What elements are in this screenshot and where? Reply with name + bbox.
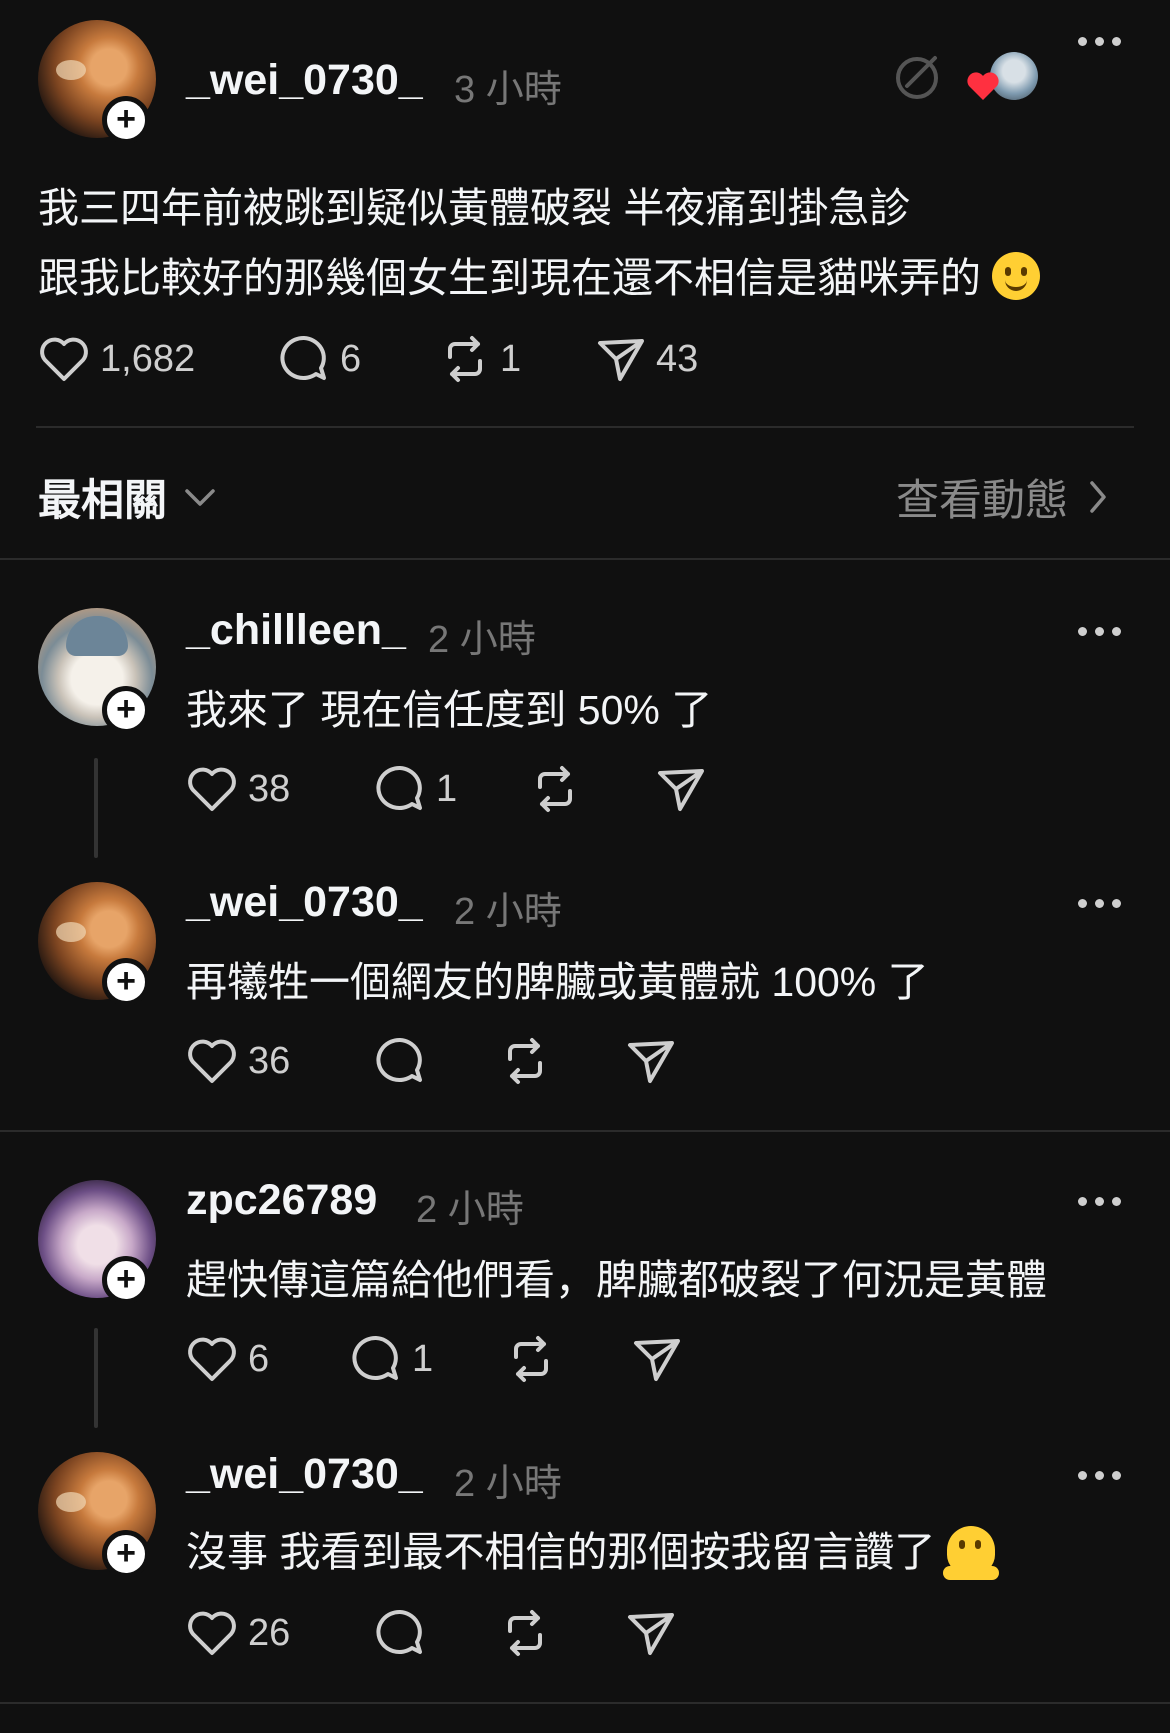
repost-icon	[508, 1610, 542, 1656]
reply-username[interactable]: _wei_0730_	[186, 878, 423, 927]
reply-more-options-button[interactable]	[1078, 624, 1124, 638]
view-activity-link[interactable]: 查看動態	[896, 466, 1108, 528]
quote-icon[interactable]	[893, 52, 941, 100]
reply-username[interactable]: _wei_0730_	[186, 1450, 423, 1499]
reply-repost-button[interactable]	[506, 1332, 556, 1386]
heart-icon	[188, 1337, 236, 1381]
reply-username[interactable]: zpc26789	[186, 1176, 377, 1225]
reply-text: 再犧牲一個網友的脾臟或黃體就 100% 了	[186, 959, 929, 1005]
comment-bubble-icon	[376, 1609, 422, 1654]
reply-text: 趕快傳這篇給他們看，脾臟都破裂了何況是黃體	[186, 1257, 1047, 1303]
post-like-count: 1,682	[100, 337, 196, 380]
post-text-line2: 跟我比較好的那幾個女生到現在還不相信是貓咪弄的	[38, 244, 1041, 304]
view-activity-label: 查看動態	[896, 477, 1068, 525]
reply-text: 我來了 現在信任度到 50% 了	[186, 687, 713, 733]
melting-face-icon	[942, 1526, 999, 1580]
send-icon	[628, 1613, 674, 1655]
reply-like-button[interactable]: 36	[186, 1034, 290, 1088]
follow-plus-button[interactable]: +	[102, 1530, 150, 1578]
send-icon	[634, 1339, 680, 1381]
post-comment-count: 6	[340, 337, 362, 380]
reply-comment-button[interactable]: 1	[374, 762, 457, 816]
reply-username[interactable]: _chillleen_	[186, 606, 406, 655]
heart-icon	[188, 1039, 236, 1083]
reply-like-button[interactable]: 26	[186, 1606, 290, 1660]
section-divider	[0, 1702, 1170, 1704]
reply-like-count: 6	[248, 1337, 270, 1380]
chevron-right-icon	[1090, 481, 1106, 513]
reply-comment-button[interactable]	[374, 1034, 426, 1088]
reply-repost-button[interactable]	[500, 1034, 550, 1088]
repost-icon	[448, 336, 482, 382]
comment-bubble-icon	[280, 335, 326, 380]
sort-dropdown[interactable]: 最相關	[38, 466, 217, 528]
follow-plus-button[interactable]: +	[102, 686, 150, 734]
heart-icon	[188, 767, 236, 811]
post-text-line2-content: 跟我比較好的那幾個女生到現在還不相信是貓咪弄的	[38, 255, 981, 301]
thread-line	[94, 758, 98, 858]
sort-label: 最相關	[38, 477, 167, 525]
reply-like-button[interactable]: 6	[186, 1332, 269, 1386]
repost-icon	[508, 1038, 542, 1084]
reply-more-options-button[interactable]	[1078, 1468, 1124, 1482]
comment-bubble-icon	[376, 1037, 422, 1082]
reply-more-options-button[interactable]	[1078, 896, 1124, 910]
reply-text: 沒事 我看到最不相信的那個按我留言讚了	[186, 1518, 999, 1580]
post-author-username[interactable]: _wei_0730_	[186, 56, 423, 105]
reply-share-button[interactable]	[626, 1034, 676, 1088]
reply-like-button[interactable]: 38	[186, 762, 290, 816]
send-icon	[628, 1041, 674, 1083]
heart-icon	[188, 1611, 236, 1655]
heart-badge-icon	[966, 70, 1000, 102]
section-divider	[0, 1130, 1170, 1132]
reply-comment-button[interactable]	[374, 1606, 426, 1660]
reply-timestamp: 2 小時	[454, 891, 562, 933]
post-share-button[interactable]: 43	[596, 332, 698, 386]
post-text-line1: 我三四年前被跳到疑似黃體破裂 半夜痛到掛急診	[38, 185, 911, 231]
post-share-count: 43	[656, 337, 699, 380]
send-icon	[658, 769, 704, 811]
chevron-down-icon	[185, 489, 215, 506]
post-timestamp: 3 小時	[454, 69, 562, 111]
reply-repost-button[interactable]	[500, 1606, 550, 1660]
reply-timestamp: 2 小時	[416, 1189, 524, 1231]
reply-repost-button[interactable]	[530, 762, 580, 816]
reply-timestamp: 2 小時	[454, 1463, 562, 1505]
reply-comment-count: 1	[412, 1337, 434, 1380]
divider	[36, 426, 1134, 428]
reply-timestamp: 2 小時	[428, 619, 536, 661]
post-comment-button[interactable]: 6	[278, 332, 361, 386]
post-repost-count: 1	[500, 337, 522, 380]
section-divider	[0, 558, 1170, 560]
reply-share-button[interactable]	[632, 1332, 682, 1386]
reply-share-button[interactable]	[656, 762, 706, 816]
comment-bubble-icon	[352, 1335, 398, 1380]
reply-like-count: 36	[248, 1039, 291, 1082]
reply-more-options-button[interactable]	[1078, 1194, 1124, 1208]
follow-plus-button[interactable]: +	[102, 958, 150, 1006]
post-like-button[interactable]: 1,682	[38, 332, 195, 386]
thread-line	[94, 1328, 98, 1428]
reply-like-count: 38	[248, 767, 291, 810]
slightly-smiling-face-icon	[992, 252, 1041, 300]
post-more-options-button[interactable]	[1078, 34, 1124, 48]
follow-plus-button[interactable]: +	[102, 96, 150, 144]
reply-comment-count: 1	[436, 767, 458, 810]
repost-icon	[538, 766, 572, 812]
comment-bubble-icon	[376, 765, 422, 810]
reply-comment-button[interactable]: 1	[350, 1332, 433, 1386]
repost-icon	[514, 1336, 548, 1382]
follow-plus-button[interactable]: +	[102, 1256, 150, 1304]
reply-share-button[interactable]	[626, 1606, 676, 1660]
post-repost-button[interactable]: 1	[440, 332, 521, 386]
reply-text-content: 沒事 我看到最不相信的那個按我留言讚了	[186, 1529, 936, 1575]
heart-icon	[40, 337, 88, 381]
send-icon	[598, 339, 644, 381]
reply-like-count: 26	[248, 1611, 291, 1654]
